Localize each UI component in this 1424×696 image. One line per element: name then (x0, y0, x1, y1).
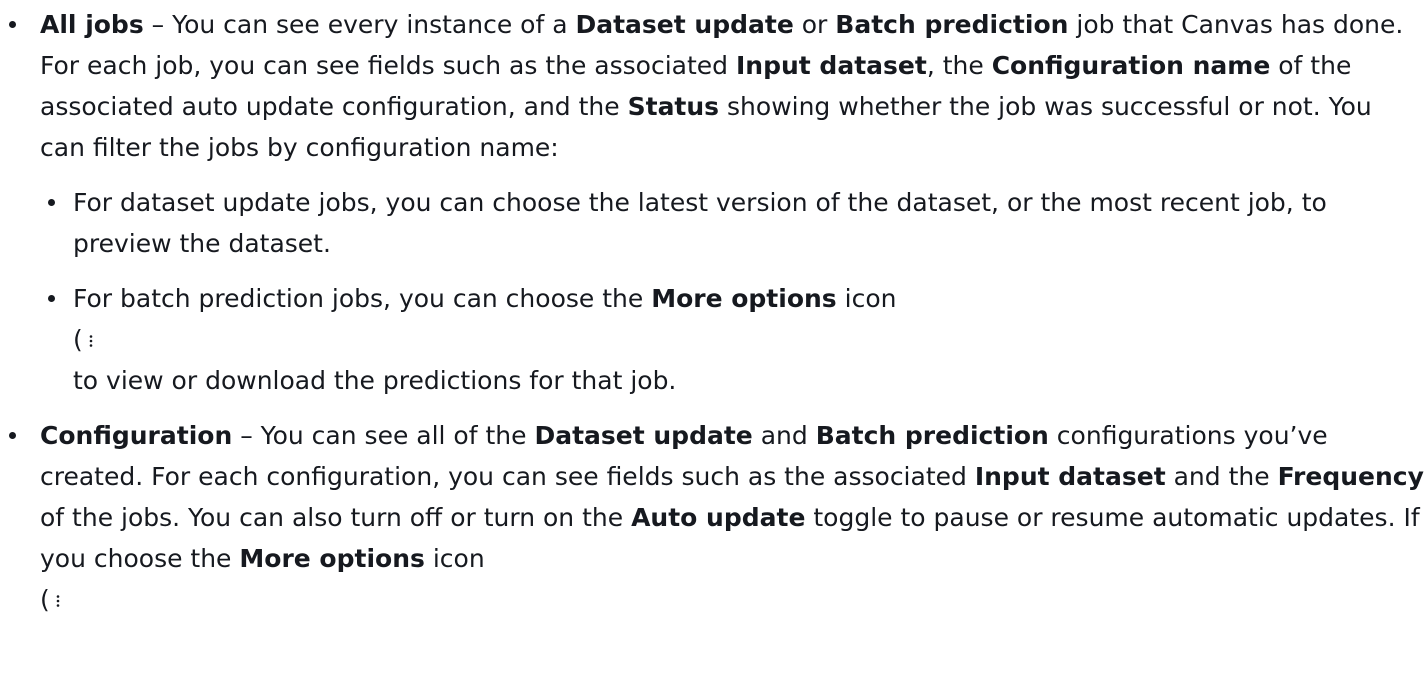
text-segment: of the jobs. You can also turn off or tu… (40, 503, 632, 532)
term-batch-prediction: Batch prediction (815, 421, 1049, 450)
text-segment: and the (1165, 462, 1278, 491)
term-dataset-update: Dataset update (534, 421, 753, 450)
list-item-configuration: Configuration – You can see all of the D… (0, 415, 1424, 620)
term-configuration-name: Configuration name (991, 51, 1271, 80)
term-configuration: Configuration (40, 421, 233, 450)
list-item-batch-prediction-jobs: For batch prediction jobs, you can choos… (40, 278, 1424, 401)
term-all-jobs: All jobs (40, 10, 144, 39)
text-segment: For batch prediction jobs, you can choos… (73, 284, 652, 313)
paragraph-all-jobs: All jobs – You can see every instance of… (40, 10, 1403, 162)
term-more-options: More options (651, 284, 837, 313)
document-body: All jobs – You can see every instance of… (0, 0, 1424, 620)
paragraph-tail: to view or download the predictions for … (73, 366, 677, 395)
term-auto-update: Auto update (631, 503, 806, 532)
paragraph-configuration: Configuration – You can see all of the D… (40, 421, 1424, 573)
sub-bullet-list: For dataset update jobs, you can choose … (40, 182, 1424, 401)
open-paren: ( (40, 585, 50, 614)
term-frequency: Frequency (1277, 462, 1424, 491)
bullet-dot (48, 199, 55, 206)
text-segment: – You can see all of the (232, 421, 535, 450)
text-segment: or (793, 10, 836, 39)
term-more-options: More options (239, 544, 425, 573)
text-segment: – You can see every instance of a (143, 10, 576, 39)
list-item-dataset-update-jobs: For dataset update jobs, you can choose … (40, 182, 1424, 264)
text-segment: icon (836, 284, 897, 313)
term-dataset-update: Dataset update (575, 10, 794, 39)
more-options-icon (56, 595, 60, 607)
open-paren: ( (73, 325, 83, 354)
paragraph-dataset-update-jobs: For dataset update jobs, you can choose … (73, 188, 1327, 258)
term-input-dataset: Input dataset (735, 51, 927, 80)
term-input-dataset: Input dataset (974, 462, 1166, 491)
bullet-dot (9, 432, 16, 439)
more-options-icon (89, 335, 93, 347)
term-status: Status (627, 92, 720, 121)
text-segment: and (752, 421, 816, 450)
bullet-list: All jobs – You can see every instance of… (0, 4, 1424, 620)
bullet-dot (9, 21, 16, 28)
list-item-all-jobs: All jobs – You can see every instance of… (0, 4, 1424, 401)
icon-reference-line: ( (73, 319, 1424, 360)
text-segment: , the (926, 51, 992, 80)
icon-reference-line: ( (40, 579, 1424, 620)
bullet-dot (48, 295, 55, 302)
term-batch-prediction: Batch prediction (835, 10, 1069, 39)
text-segment: icon (424, 544, 485, 573)
paragraph-batch-prediction-jobs: For batch prediction jobs, you can choos… (73, 284, 896, 313)
